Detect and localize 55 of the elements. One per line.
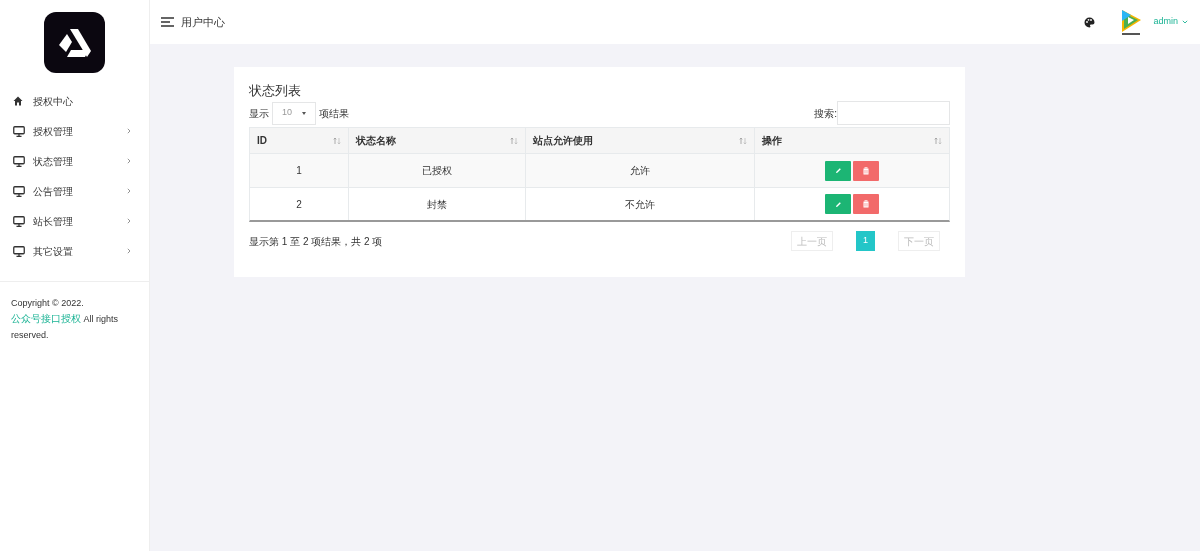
chevron-right-icon bbox=[127, 248, 131, 254]
table-cell: 不允许 bbox=[526, 188, 755, 220]
chevron-right-icon bbox=[127, 188, 131, 194]
sidebar-item[interactable]: 授权中心 bbox=[0, 86, 149, 116]
pencil-icon bbox=[834, 200, 842, 208]
card-title: 状态列表 bbox=[249, 82, 302, 100]
sidebar-item[interactable]: 状态管理 bbox=[0, 146, 149, 176]
monitor-icon bbox=[13, 215, 25, 227]
page-title: 用户中心 bbox=[181, 14, 225, 30]
search-label: 搜索: bbox=[814, 106, 837, 121]
column-header[interactable]: 站点允许使用 bbox=[526, 128, 755, 153]
chevron-right-icon bbox=[127, 158, 131, 164]
chevron-right-icon bbox=[127, 218, 131, 224]
trash-icon bbox=[863, 166, 869, 175]
sidebar-label: 公告管理 bbox=[33, 184, 73, 199]
table-cell: 封禁 bbox=[349, 188, 526, 220]
trash-icon bbox=[863, 200, 869, 208]
sidebar-item[interactable]: 公告管理 bbox=[0, 176, 149, 206]
monitor-icon bbox=[13, 125, 25, 137]
sort-icon bbox=[934, 136, 942, 145]
sort-icon bbox=[510, 136, 518, 145]
monitor-icon bbox=[13, 245, 25, 257]
caret-icon bbox=[302, 111, 306, 115]
edit-button[interactable] bbox=[825, 160, 851, 181]
sort-icon bbox=[333, 136, 341, 145]
sidebar-item[interactable]: 授权管理 bbox=[0, 116, 149, 146]
table-cell: 2 bbox=[250, 188, 349, 220]
sidebar-item[interactable]: 其它设置 bbox=[0, 236, 149, 266]
length-label: 显示 bbox=[249, 106, 269, 121]
sidebar-label: 授权中心 bbox=[33, 94, 73, 109]
sidebar-label: 其它设置 bbox=[33, 244, 73, 259]
sidebar-label: 站长管理 bbox=[33, 214, 73, 229]
column-header[interactable]: ID bbox=[250, 128, 349, 153]
sidebar-label: 状态管理 bbox=[33, 154, 73, 169]
chevron-right-icon bbox=[127, 128, 131, 134]
table-info: 显示第 1 至 2 项结果，共 2 项 bbox=[249, 234, 383, 249]
copyright-text: Copyright © 2022. 公众号接口授权 All rights reserved. bbox=[11, 297, 120, 342]
sort-icon bbox=[739, 136, 747, 145]
logo-icon bbox=[57, 27, 92, 58]
home-icon bbox=[13, 96, 23, 106]
palette-icon[interactable] bbox=[1084, 16, 1096, 28]
delete-button[interactable] bbox=[853, 160, 879, 181]
monitor-icon bbox=[13, 185, 25, 197]
length-label: 项结果 bbox=[319, 106, 349, 121]
pencil-icon bbox=[834, 167, 842, 174]
menu-icon[interactable] bbox=[161, 17, 174, 27]
column-header[interactable]: 操作 bbox=[755, 128, 949, 153]
monitor-icon bbox=[13, 155, 25, 167]
search-field[interactable] bbox=[837, 101, 950, 125]
sidebar-item[interactable]: 站长管理 bbox=[0, 206, 149, 236]
edit-button[interactable] bbox=[825, 194, 851, 214]
chevron-down-icon bbox=[1182, 20, 1188, 24]
column-header[interactable]: 状态名称 bbox=[349, 128, 526, 153]
delete-button[interactable] bbox=[853, 194, 879, 214]
sidebar-label: 授权管理 bbox=[33, 124, 73, 139]
